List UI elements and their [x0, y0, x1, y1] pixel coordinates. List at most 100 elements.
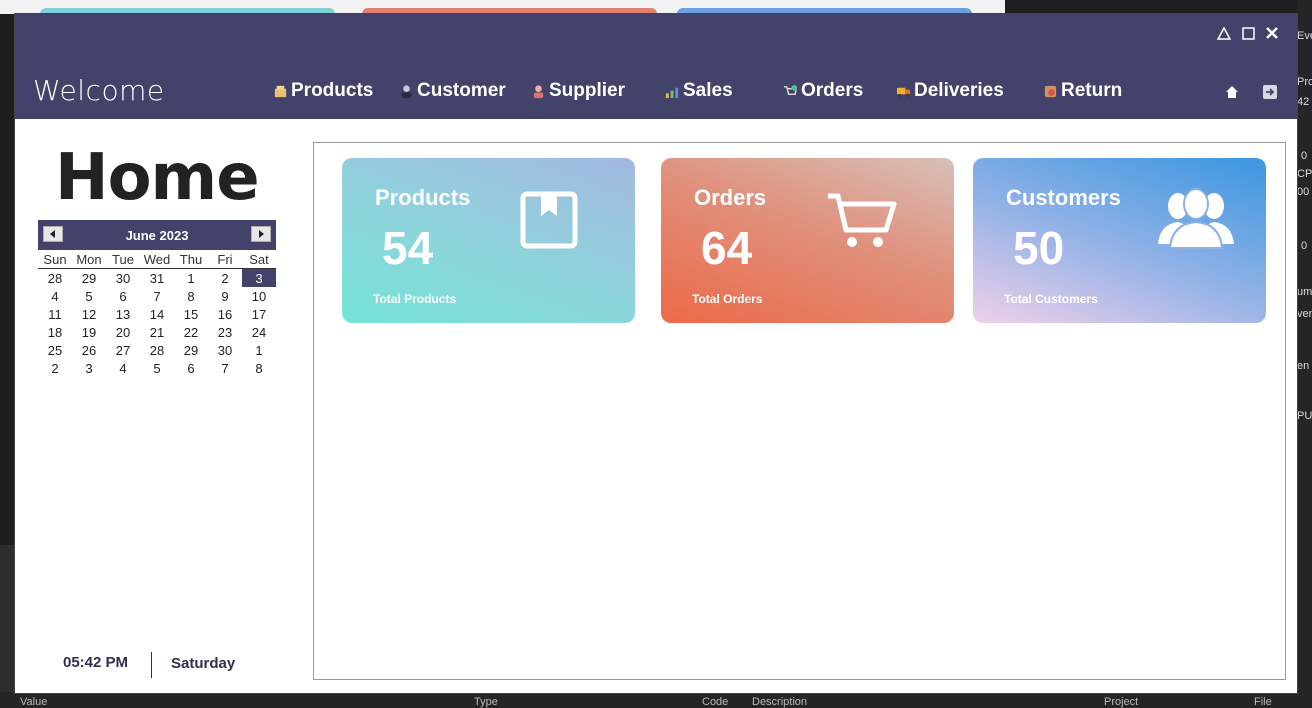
background-column: Code [702, 696, 729, 708]
calendar-day[interactable]: 18 [38, 323, 72, 341]
calendar-day[interactable]: 1 [242, 341, 276, 359]
close-icon[interactable] [1265, 26, 1279, 40]
calendar-day[interactable]: 29 [174, 341, 208, 359]
nav-orders[interactable]: Orders [783, 80, 863, 102]
clock-divider [151, 652, 152, 678]
chart-icon [665, 87, 679, 98]
dashboard-panel: Products 54 Total Products Orders 64 Tot… [313, 142, 1286, 680]
nav-sales[interactable]: Sales [665, 80, 733, 102]
arrow-right-icon [259, 230, 264, 238]
calendar-day[interactable]: 30 [106, 269, 140, 287]
card-title: Customers [1006, 185, 1121, 210]
calendar-day[interactable]: 29 [72, 269, 106, 287]
nav-deliveries[interactable]: Deliveries [896, 80, 1004, 102]
calendar-day[interactable]: 6 [106, 287, 140, 305]
calendar-day[interactable]: 1 [174, 269, 208, 287]
calendar-day[interactable]: 13 [106, 305, 140, 323]
calendar-weekday: Mon [72, 250, 106, 269]
calendar-day[interactable]: 8 [242, 359, 276, 377]
products-card[interactable]: Products 54 Total Products [342, 158, 635, 323]
calendar-weekday: Thu [174, 250, 208, 269]
calendar-next-button[interactable] [251, 226, 271, 242]
nav-label: Return [1061, 80, 1123, 101]
nav-supplier[interactable]: Supplier [531, 80, 625, 102]
calendar-day[interactable]: 20 [106, 323, 140, 341]
calendar-day[interactable]: 9 [208, 287, 242, 305]
calendar-weekday: Wed [140, 250, 174, 269]
background-label: CPU [1297, 168, 1312, 180]
calendar-day[interactable]: 11 [38, 305, 72, 323]
calendar-grid: Sun Mon Tue Wed Thu Fri Sat 28 29 30 31 1 2 3 4… [38, 250, 276, 377]
background-ide-sidebar: Eve Pro 42 0 CPU 00 0 um ven en PU [1297, 0, 1312, 708]
calendar-day[interactable]: 3 [242, 269, 276, 287]
nav-products[interactable]: Products [273, 80, 373, 102]
users-icon [1158, 188, 1234, 249]
calendar-day[interactable]: 19 [72, 323, 106, 341]
card-value: 64 [701, 222, 753, 274]
calendar-day[interactable]: 28 [140, 341, 174, 359]
logout-icon[interactable] [1262, 84, 1278, 100]
calendar-day[interactable]: 26 [72, 341, 106, 359]
triangle-icon[interactable] [1217, 26, 1231, 40]
background-label: Pro [1297, 76, 1312, 88]
card-title: Products [375, 185, 471, 210]
card-subtitle: Total Orders [692, 292, 763, 306]
calendar-weekday: Fri [208, 250, 242, 269]
calendar-day[interactable]: 2 [38, 359, 72, 377]
calendar-day[interactable]: 25 [38, 341, 72, 359]
card-value: 50 [1013, 222, 1065, 274]
calendar-day[interactable]: 4 [38, 287, 72, 305]
home-icon[interactable] [1224, 84, 1240, 100]
return-icon [1044, 85, 1057, 97]
calendar-day[interactable]: 5 [72, 287, 106, 305]
background-label: 42 [1297, 96, 1310, 108]
card-value: 54 [382, 222, 434, 274]
clock-time: 05:42 PM [63, 654, 129, 671]
calendar[interactable]: June 2023 Sun Mon Tue Wed Thu Fri Sat 28… [38, 220, 276, 377]
orders-card[interactable]: Orders 64 Total Orders [661, 158, 954, 323]
calendar-day[interactable]: 23 [208, 323, 242, 341]
background-label: PU [1297, 410, 1312, 422]
calendar-day[interactable]: 2 [208, 269, 242, 287]
calendar-day[interactable]: 7 [140, 287, 174, 305]
page-title: Home [55, 141, 260, 215]
calendar-day[interactable]: 14 [140, 305, 174, 323]
square-icon[interactable] [1241, 26, 1255, 40]
calendar-day[interactable]: 4 [106, 359, 140, 377]
calendar-day[interactable]: 27 [106, 341, 140, 359]
calendar-day[interactable]: 7 [208, 359, 242, 377]
calendar-day[interactable]: 16 [208, 305, 242, 323]
calendar-day[interactable]: 30 [208, 341, 242, 359]
calendar-day[interactable]: 3 [72, 359, 106, 377]
calendar-day[interactable]: 12 [72, 305, 106, 323]
box-icon [274, 85, 287, 97]
calendar-day[interactable]: 17 [242, 305, 276, 323]
calendar-day[interactable]: 24 [242, 323, 276, 341]
background-label: 0 [1301, 150, 1308, 162]
background-ide-bottom: Value Type Code Description Project File [0, 692, 1312, 708]
box-outline-icon [520, 191, 578, 249]
background-column: File [1254, 696, 1272, 708]
header-bar: Welcome Products Customer Supplier Sales… [15, 14, 1297, 119]
background-label: 00 [1297, 186, 1310, 198]
calendar-day[interactable]: 5 [140, 359, 174, 377]
customers-card[interactable]: Customers 50 Total Customers [973, 158, 1266, 323]
calendar-day[interactable]: 21 [140, 323, 174, 341]
calendar-day[interactable]: 10 [242, 287, 276, 305]
app-window: Welcome Products Customer Supplier Sales… [14, 13, 1298, 694]
calendar-day[interactable]: 6 [174, 359, 208, 377]
calendar-day[interactable]: 22 [174, 323, 208, 341]
nav-return[interactable]: Return [1043, 80, 1122, 102]
calendar-day[interactable]: 8 [174, 287, 208, 305]
background-column: Project [1104, 696, 1139, 708]
nav-label: Customer [417, 80, 506, 101]
cart-icon [783, 84, 798, 95]
card-subtitle: Total Customers [1004, 292, 1098, 306]
nav-customer[interactable]: Customer [399, 80, 506, 102]
calendar-day[interactable]: 31 [140, 269, 174, 287]
calendar-day[interactable]: 15 [174, 305, 208, 323]
background-label: en [1297, 360, 1310, 372]
calendar-day[interactable]: 28 [38, 269, 72, 287]
nav-label: Orders [801, 80, 864, 101]
background-label: 0 [1301, 240, 1308, 252]
